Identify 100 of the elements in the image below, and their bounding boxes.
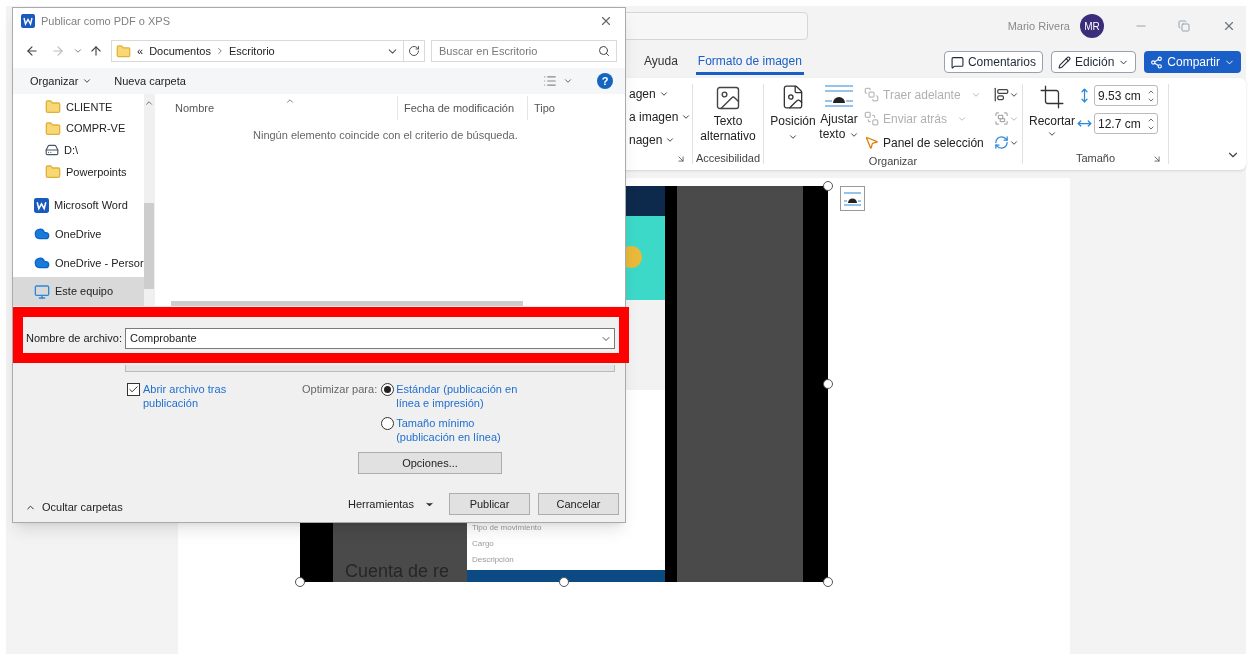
folder-icon	[45, 164, 61, 181]
checkbox-label[interactable]: Abrir archivo tras publicación	[143, 382, 253, 410]
wrap-text-button[interactable]: Ajustar texto	[816, 84, 862, 142]
share-icon	[1150, 55, 1164, 69]
height-field[interactable]: 9.53 cm	[1094, 85, 1158, 106]
close-icon[interactable]	[1222, 19, 1236, 33]
resize-handle[interactable]	[823, 577, 833, 587]
comments-button[interactable]: Comentarios	[943, 51, 1043, 73]
toolbar-button[interactable]: Nueva carpeta	[114, 72, 186, 90]
file-type-field[interactable]	[125, 365, 615, 372]
resize-handle[interactable]	[823, 181, 833, 191]
up-icon[interactable]	[89, 44, 103, 58]
resize-handle[interactable]	[559, 577, 569, 587]
recent-locations-icon[interactable]	[73, 46, 83, 56]
hide-folders-button[interactable]: Ocultar carpetas	[25, 499, 123, 516]
nav-item[interactable]: Powerpoints	[13, 161, 144, 184]
field-label: Nombre de archivo:	[25, 331, 123, 347]
folder-icon	[45, 98, 61, 115]
help-button[interactable]: ?	[597, 73, 613, 89]
back-icon[interactable]	[25, 44, 39, 58]
filename-field[interactable]: Comprobante	[125, 328, 615, 349]
close-icon[interactable]	[599, 14, 613, 28]
radio-button[interactable]	[381, 417, 395, 430]
toolbar-button[interactable]: Organizar	[30, 72, 93, 90]
app-icon	[21, 14, 35, 28]
comment-icon	[950, 55, 964, 69]
share-button[interactable]: Compartir	[1144, 51, 1241, 73]
selection-pane-icon	[864, 135, 879, 150]
picture-text: Tipo de movimiento	[472, 522, 543, 534]
address-bar[interactable]: « Documentos Escritorio	[111, 40, 425, 62]
alt-text-button[interactable]: Texto alternativo	[696, 84, 760, 144]
refresh-icon[interactable]	[408, 45, 420, 57]
tools-button[interactable]: Herramientas	[347, 496, 435, 513]
caret-icon[interactable]	[563, 76, 573, 86]
nav-item[interactable]: D:\	[13, 139, 144, 162]
user-name: Mario Rivera	[1007, 18, 1070, 34]
radio-label[interactable]: Tamaño mínimo (publicación en línea)	[396, 416, 521, 444]
nav-item[interactable]: OneDrive	[13, 219, 144, 249]
nav-item[interactable]: Microsoft Word	[13, 191, 144, 220]
ribbon-menu-button[interactable]: nagen	[629, 128, 676, 151]
ribbon-menu-button[interactable]: a imagen	[629, 105, 692, 128]
ribbon-tab[interactable]: Ayuda	[642, 49, 680, 75]
computer-icon	[34, 283, 50, 300]
resize-handle[interactable]	[295, 577, 305, 587]
path-segment[interactable]: Escritorio	[228, 42, 275, 60]
publish-button[interactable]: Publicar	[449, 493, 530, 516]
resize-handle[interactable]	[823, 379, 833, 389]
crop-button[interactable]: Recortar	[1029, 84, 1075, 139]
search-field[interactable]: Buscar en Escritorio	[431, 40, 617, 62]
picture-icon	[714, 84, 742, 112]
nav-item[interactable]: OneDrive - Persor	[13, 248, 144, 278]
bring-forward-icon	[864, 87, 879, 102]
radio-button[interactable]	[381, 383, 395, 396]
search-icon	[598, 45, 610, 57]
align-icon	[993, 87, 1009, 102]
picture-text: Cargo	[472, 538, 495, 550]
empty-message: Ningún elemento coincide con el criterio de búsqueda.	[253, 128, 519, 143]
position-button[interactable]: Posición	[770, 84, 816, 144]
picture-text: Descripción	[472, 554, 515, 566]
path-segment[interactable]: Documentos	[149, 42, 211, 60]
dialog-launcher-icon[interactable]	[676, 154, 686, 164]
radio-label[interactable]: Estándar (publicación en línea e impresión)	[396, 382, 521, 410]
dialog-title: Publicar como PDF o XPS	[41, 13, 170, 29]
nav-item[interactable]: COMPR-VE	[13, 117, 144, 140]
crop-icon	[1039, 84, 1065, 110]
editing-button[interactable]: Edición	[1050, 51, 1137, 73]
column-header[interactable]: Tipo	[527, 96, 587, 120]
nav-item[interactable]: Este equipo	[13, 277, 144, 306]
wrap-text-icon	[824, 84, 854, 108]
layout-options-icon	[844, 191, 861, 206]
column-header[interactable]: Fecha de modificación	[397, 96, 527, 120]
ribbon-tab[interactable]: Formato de imagen	[695, 49, 804, 75]
sort-icon	[285, 96, 295, 106]
scroll-up-icon[interactable]	[144, 98, 155, 108]
cancel-button[interactable]: Cancelar	[538, 493, 619, 516]
app-icon	[34, 198, 49, 213]
horizontal-scrollbar[interactable]	[171, 301, 523, 306]
pencil-icon	[1057, 55, 1071, 69]
path-overflow[interactable]: «	[137, 42, 144, 60]
group-icon	[993, 111, 1009, 126]
dialog-launcher-icon[interactable]	[1152, 154, 1162, 164]
user-avatar[interactable]: MR	[1080, 14, 1104, 38]
drive-icon	[45, 143, 59, 158]
send-backward-icon	[864, 111, 879, 126]
group-label: Organizar	[868, 154, 918, 169]
rotate-icon	[993, 135, 1009, 150]
column-header[interactable]: Nombre	[157, 96, 397, 120]
options-button[interactable]: Opciones...	[358, 452, 502, 474]
checkbox[interactable]	[127, 383, 140, 396]
arrange-button[interactable]: Panel de selección	[864, 132, 984, 153]
layout-options-button[interactable]	[840, 186, 865, 211]
scrollbar[interactable]	[143, 94, 155, 306]
check-icon	[128, 384, 139, 395]
ribbon-menu-button[interactable]: agen	[629, 82, 669, 105]
caret-icon	[82, 76, 93, 86]
group-label: Accesibilidad	[695, 150, 761, 166]
folder-icon	[116, 43, 131, 59]
caret-icon	[1047, 129, 1057, 139]
width-field[interactable]: 12.7 cm	[1094, 113, 1158, 134]
nav-item[interactable]: CLIENTE	[13, 96, 144, 118]
